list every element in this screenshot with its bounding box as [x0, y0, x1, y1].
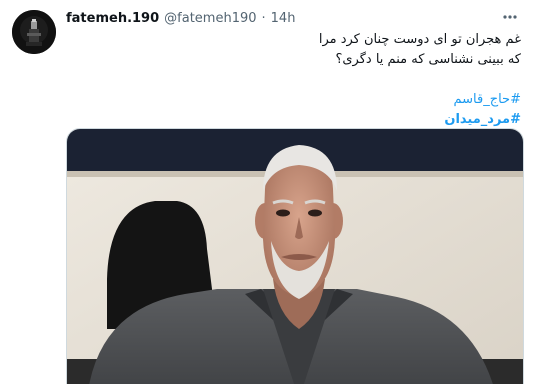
tweet[interactable]: fatemeh.190 @fatemeh190 · 14h غم هجران ت… [0, 0, 535, 384]
tweet-text-line-2: که ببینی نشناسی که منم یا دگری؟ [335, 52, 521, 67]
display-name[interactable]: fatemeh.190 [66, 10, 159, 28]
tweet-timestamp[interactable]: 14h [271, 10, 296, 28]
avatar[interactable] [12, 10, 56, 54]
avatar-image [12, 10, 56, 54]
hashtag-haj-qasem[interactable]: #حاج_قاسم [66, 90, 521, 110]
tweet-text: غم هجران تو ای دوست چنان کرد مرا که ببین… [66, 30, 521, 130]
more-options-button[interactable] [499, 6, 521, 28]
more-horizontal-icon [503, 15, 517, 19]
portrait-photo [67, 129, 523, 384]
tweet-photo[interactable] [66, 128, 524, 384]
tweet-text-line-1: غم هجران تو ای دوست چنان کرد مرا [318, 32, 521, 47]
tweet-header: fatemeh.190 @fatemeh190 · 14h [66, 10, 295, 28]
separator-dot: · [261, 11, 266, 26]
hashtag-mard-meydan[interactable]: #مرد_میدان [66, 110, 521, 130]
user-handle[interactable]: @fatemeh190 [164, 10, 256, 28]
